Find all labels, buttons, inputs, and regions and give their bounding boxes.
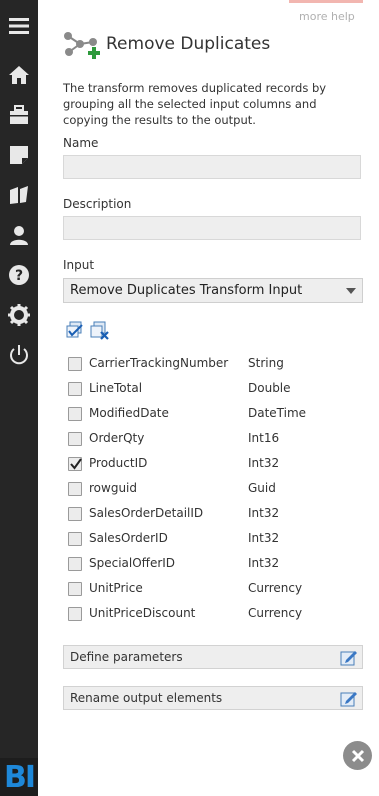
column-checkbox[interactable] xyxy=(68,457,82,471)
column-checkbox[interactable] xyxy=(68,382,82,396)
column-name: ProductID xyxy=(89,456,148,470)
column-row[interactable]: SalesOrderDetailID Int32 xyxy=(68,506,368,526)
name-label: Name xyxy=(63,136,99,150)
column-type: Int16 xyxy=(248,431,280,445)
column-row[interactable]: rowguid Guid xyxy=(68,481,368,501)
logo-text: BI xyxy=(3,759,36,795)
chevron-down-icon xyxy=(346,288,356,294)
column-name: UnitPrice xyxy=(89,581,143,595)
column-row[interactable]: ModifiedDate DateTime xyxy=(68,406,368,426)
more-help-accent xyxy=(289,0,363,3)
column-checkbox[interactable] xyxy=(68,357,82,371)
page-title: Remove Duplicates xyxy=(106,34,271,54)
column-checkbox[interactable] xyxy=(68,607,82,621)
menu-icon[interactable] xyxy=(7,14,31,38)
column-name: SpecialOfferID xyxy=(89,556,176,570)
define-parameters-button[interactable]: Define parameters xyxy=(63,645,363,669)
column-type: Double xyxy=(248,381,291,395)
home-icon[interactable] xyxy=(7,63,31,87)
select-all-icon[interactable] xyxy=(66,321,86,341)
column-checkbox[interactable] xyxy=(68,432,82,446)
edit-icon xyxy=(340,648,358,666)
svg-text:?: ? xyxy=(15,268,23,284)
column-checkbox[interactable] xyxy=(68,557,82,571)
column-checkbox[interactable] xyxy=(68,482,82,496)
column-name: ModifiedDate xyxy=(89,406,169,420)
help-icon[interactable]: ? xyxy=(7,263,31,287)
column-row[interactable]: CarrierTrackingNumber String xyxy=(68,356,368,376)
column-name: UnitPriceDiscount xyxy=(89,606,196,620)
column-name: rowguid xyxy=(89,481,137,495)
column-type: Currency xyxy=(248,606,303,620)
column-name: OrderQty xyxy=(89,431,145,445)
input-select[interactable]: Remove Duplicates Transform Input xyxy=(63,278,363,303)
column-name: LineTotal xyxy=(89,381,143,395)
input-select-value: Remove Duplicates Transform Input xyxy=(70,283,303,298)
column-name: SalesOrderDetailID xyxy=(89,506,204,520)
column-checkbox[interactable] xyxy=(68,582,82,596)
column-row[interactable]: UnitPriceDiscount Currency xyxy=(68,606,368,626)
briefcase-icon[interactable] xyxy=(7,103,31,127)
close-button[interactable] xyxy=(343,741,372,770)
more-help-link[interactable]: more help xyxy=(299,10,355,23)
transform-description: The transform removes duplicated records… xyxy=(63,81,327,127)
column-row[interactable]: OrderQty Int16 xyxy=(68,431,368,451)
checkmark-icon xyxy=(70,458,82,470)
column-name: CarrierTrackingNumber xyxy=(89,356,229,370)
column-row[interactable]: LineTotal Double xyxy=(68,381,368,401)
remove-duplicates-icon xyxy=(63,30,103,64)
note-icon[interactable] xyxy=(7,143,31,167)
column-type: Int32 xyxy=(248,506,280,520)
rename-output-label: Rename output elements xyxy=(70,691,223,705)
app-logo: BI xyxy=(0,758,38,796)
column-row[interactable]: ProductID Int32 xyxy=(68,456,368,476)
edit-icon xyxy=(340,689,358,707)
clear-all-icon[interactable] xyxy=(90,321,110,341)
user-icon[interactable] xyxy=(7,223,31,247)
column-name: SalesOrderID xyxy=(89,531,168,545)
name-field[interactable] xyxy=(63,155,361,179)
book-icon[interactable] xyxy=(7,183,31,207)
description-field[interactable] xyxy=(63,216,361,240)
column-row[interactable]: SpecialOfferID Int32 xyxy=(68,556,368,576)
column-type: Int32 xyxy=(248,456,280,470)
column-type: Int32 xyxy=(248,531,280,545)
column-row[interactable]: UnitPrice Currency xyxy=(68,581,368,601)
column-checkbox[interactable] xyxy=(68,507,82,521)
column-row[interactable]: SalesOrderID Int32 xyxy=(68,531,368,551)
define-parameters-label: Define parameters xyxy=(70,650,183,664)
input-label: Input xyxy=(63,258,95,272)
power-icon[interactable] xyxy=(7,343,31,367)
rename-output-button[interactable]: Rename output elements xyxy=(63,686,363,710)
column-type: DateTime xyxy=(248,406,307,420)
gear-icon[interactable] xyxy=(7,303,31,327)
column-type: Guid xyxy=(248,481,276,495)
column-type: Int32 xyxy=(248,556,280,570)
column-type: Currency xyxy=(248,581,303,595)
column-checkbox[interactable] xyxy=(68,532,82,546)
description-label: Description xyxy=(63,197,132,211)
column-type: String xyxy=(248,356,284,370)
column-checkbox[interactable] xyxy=(68,407,82,421)
close-icon xyxy=(351,749,364,762)
sidebar: ? BI xyxy=(0,0,38,796)
